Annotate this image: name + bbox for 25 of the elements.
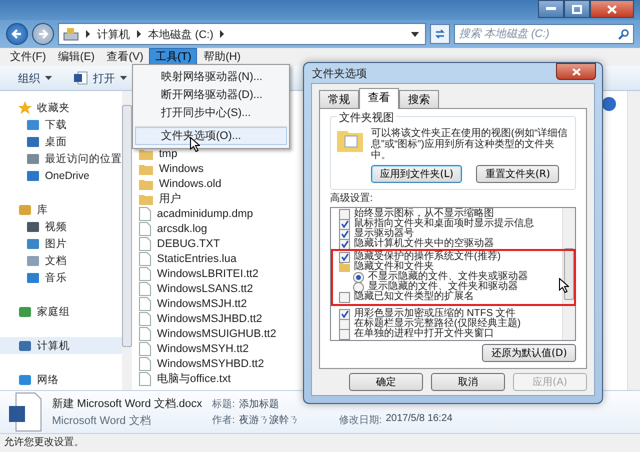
field-value: 夜游ㄋ淚幹ㄋ xyxy=(238,414,299,427)
setting-label: 隐藏受保护的操作系统文件(推荐) xyxy=(354,252,501,262)
setting-label: 不显示隐藏的文件、文件夹或驱动器 xyxy=(368,272,528,282)
setting-label: 隐藏计算机文件夹中的空驱动器 xyxy=(354,239,494,249)
setting-label: 显示驱动器号 xyxy=(354,229,414,239)
group-title: 文件夹视图 xyxy=(337,112,396,124)
setting-label: 隐藏文件和文件夹 xyxy=(354,262,434,272)
dialog-title: 文件夹选项 xyxy=(312,66,367,80)
setting-label: 鼠标指向文件夹和桌面项时显示提示信息 xyxy=(354,219,534,229)
field-label: 修改日期: xyxy=(338,414,382,427)
status-bar: 允许您更改设置。 xyxy=(0,433,640,452)
description-text: 可以将该文件夹正在使用的视图(例如“详细信息”或“图标”)应用到所有这种类型的文件夹中。 xyxy=(371,128,569,161)
field-value: 2017/5/8 16:24 xyxy=(386,413,452,426)
setting-label: 始终显示图标，从不显示缩略图 xyxy=(354,209,494,219)
file-name: 新建 Microsoft Word 文档.docx xyxy=(52,396,202,411)
setting-label: 在标题栏显示完整路径(仅限经典主题) xyxy=(354,319,521,329)
field-label: 作者: xyxy=(212,414,235,427)
section-label: 高级设置: xyxy=(330,192,374,205)
file-type: Microsoft Word 文档 xyxy=(52,414,152,428)
setting-label: 用彩色显示加密或压缩的 NTFS 文件 xyxy=(354,309,516,319)
field-label: 标题: xyxy=(212,398,235,411)
setting-label: 显示隐藏的文件、文件夹和驱动器 xyxy=(368,282,518,292)
setting-label: 在单独的进程中打开文件夹窗口 xyxy=(354,329,494,339)
setting-label: 隐藏已知文件类型的扩展名 xyxy=(354,292,474,302)
field-value: 添加标题 xyxy=(238,398,279,411)
